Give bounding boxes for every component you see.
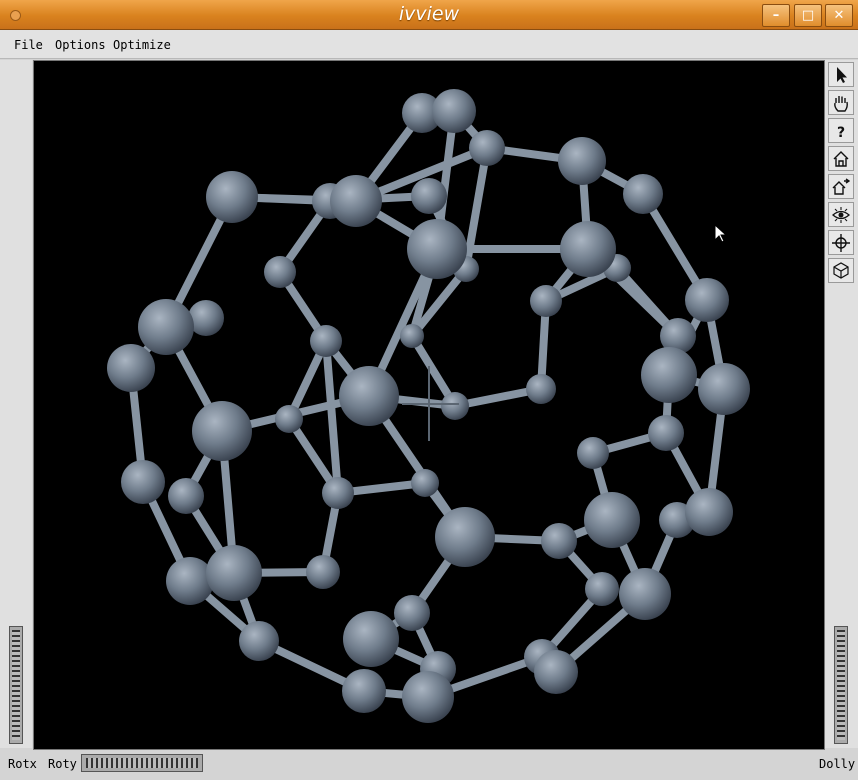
minimize-button[interactable]: – [762, 4, 790, 27]
atom [310, 325, 342, 357]
bond [322, 337, 342, 497]
atom [577, 437, 609, 469]
select-arrow-button[interactable] [828, 62, 854, 87]
atom [685, 488, 733, 536]
atom [698, 363, 750, 415]
cube-icon [833, 262, 849, 279]
pan-hand-button[interactable] [828, 90, 854, 115]
atom [206, 545, 262, 601]
atom [560, 221, 616, 277]
atom [526, 374, 556, 404]
maximize-button[interactable]: □ [794, 4, 822, 27]
atom [648, 415, 684, 451]
atom [339, 366, 399, 426]
atom [534, 650, 578, 694]
window-title: ivview [398, 3, 460, 25]
help-button[interactable]: ? [828, 118, 854, 143]
projection-button[interactable] [828, 258, 854, 283]
atom [168, 478, 204, 514]
atom [435, 507, 495, 567]
atom [275, 405, 303, 433]
home-button[interactable] [828, 146, 854, 171]
atom [330, 175, 382, 227]
crosshair-icon [402, 366, 459, 441]
atom [107, 344, 155, 392]
atom [441, 392, 469, 420]
atom [138, 299, 194, 355]
atom [264, 256, 296, 288]
atom [584, 492, 640, 548]
close-button[interactable]: ✕ [825, 4, 853, 27]
atom [541, 523, 577, 559]
atom [530, 285, 562, 317]
view-all-button[interactable] [828, 202, 854, 227]
atom [469, 130, 505, 166]
target-icon [832, 234, 850, 252]
atom [322, 477, 354, 509]
roty-label: Roty [48, 757, 77, 771]
atom [585, 572, 619, 606]
rotx-label: Rotx [8, 757, 37, 771]
atom [121, 460, 165, 504]
atom [402, 671, 454, 723]
atom [623, 174, 663, 214]
menu-optimize[interactable]: Optimize [113, 38, 171, 52]
menu-file[interactable]: File [14, 38, 43, 52]
atom [558, 137, 606, 185]
question-icon: ? [837, 125, 845, 140]
atom [641, 347, 697, 403]
atom [407, 219, 467, 279]
dolly-thumbwheel[interactable] [834, 626, 848, 744]
menu-bar: File Options Optimize [0, 30, 858, 59]
atom [192, 401, 252, 461]
atom [432, 89, 476, 133]
rotx-thumbwheel[interactable] [9, 626, 23, 744]
atom [394, 595, 430, 631]
atom [306, 555, 340, 589]
hand-icon [834, 96, 848, 112]
eye-icon [832, 207, 850, 223]
home-icon [833, 151, 849, 167]
atom [342, 669, 386, 713]
set-home-icon [832, 178, 850, 195]
atom [619, 568, 671, 620]
dolly-label: Dolly [819, 757, 856, 771]
roty-thumbwheel[interactable] [81, 754, 203, 772]
mouse-cursor-icon [714, 224, 728, 243]
seek-button[interactable] [828, 230, 854, 255]
set-home-button[interactable] [828, 174, 854, 199]
title-bar: ivview – □ ✕ [0, 0, 858, 30]
menu-options[interactable]: Options [55, 38, 106, 52]
atom [411, 178, 447, 214]
svg-text:?: ? [837, 125, 845, 140]
atom [343, 611, 399, 667]
atom [685, 278, 729, 322]
atom [166, 557, 214, 605]
atom [400, 324, 424, 348]
atom [411, 469, 439, 497]
atom [206, 171, 258, 223]
3d-viewport[interactable] [33, 60, 825, 750]
arrow-pointer-icon [837, 67, 847, 83]
atom [239, 621, 279, 661]
molecule-render [107, 89, 750, 723]
